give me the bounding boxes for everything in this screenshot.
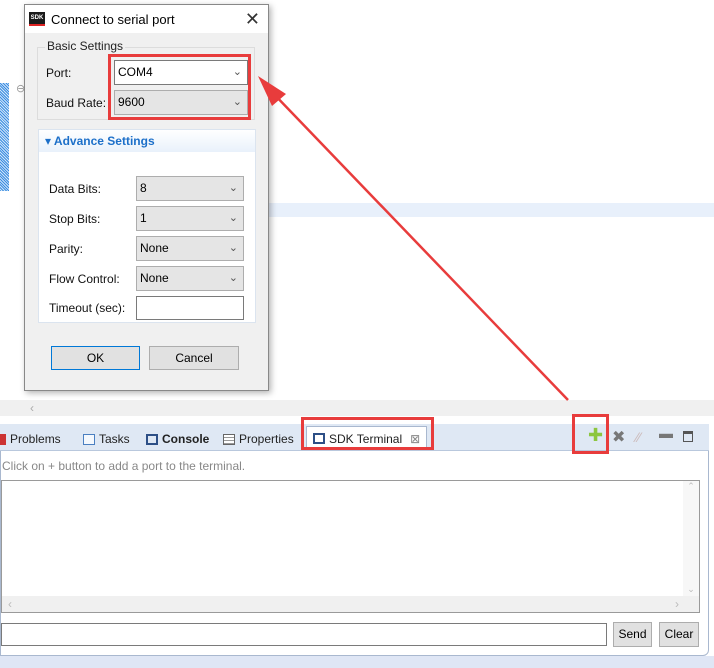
annotation-arrow <box>258 76 569 401</box>
